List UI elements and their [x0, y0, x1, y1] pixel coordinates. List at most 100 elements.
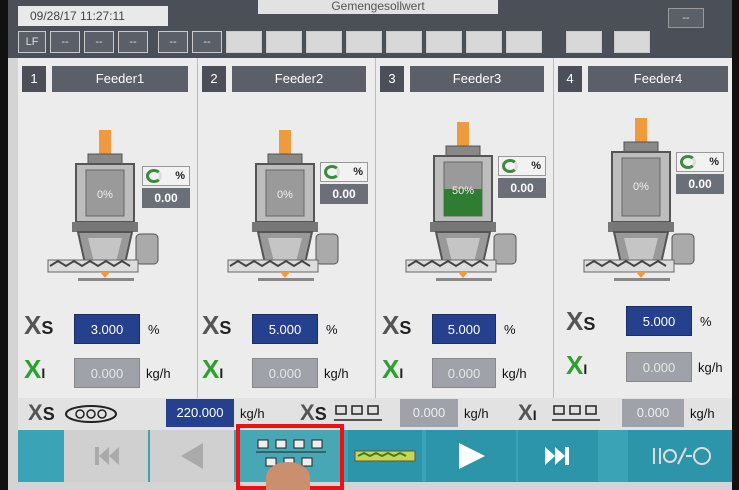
xs-unit: %	[700, 314, 712, 329]
xs-unit: %	[326, 322, 338, 337]
feeder-name: Feeder4	[588, 66, 728, 92]
feeder-card-4[interactable]: 4 Feeder4 0% % 0.00 XS 5.000 % XI 0.000 …	[554, 58, 732, 398]
rotation-indicator: %	[320, 162, 368, 182]
feeders-group-icon	[334, 405, 382, 421]
xs-setpoint-label: XS	[202, 310, 232, 340]
xs-setpoint-input[interactable]: 5.000	[626, 306, 692, 336]
feeders-group-actual-icon	[552, 405, 600, 421]
extruder-icon	[65, 405, 117, 423]
first-page-button[interactable]	[64, 430, 148, 482]
xs-setpoint-input[interactable]: 5.000	[252, 314, 318, 344]
line-label: LF	[18, 31, 46, 53]
status-slot-7[interactable]	[266, 31, 302, 53]
status-slot-4[interactable]: --	[158, 31, 188, 53]
conveyor-icon	[354, 450, 416, 462]
previous-button[interactable]	[150, 430, 234, 482]
xi-unit: kg/h	[324, 366, 349, 381]
sum-setpoint-unit: kg/h	[464, 406, 489, 421]
xi-actual-value: 0.000	[74, 358, 140, 388]
xs-setpoint-label: XS	[566, 306, 596, 336]
status-slot-5[interactable]: --	[192, 31, 222, 53]
xi-actual-label: XI	[382, 354, 404, 384]
rate-percent-label: %	[175, 170, 185, 182]
xs-unit: %	[148, 322, 160, 337]
rate-percent-label: %	[531, 160, 541, 172]
xs-setpoint-input[interactable]: 3.000	[74, 314, 140, 344]
xi-actual-value: 0.000	[252, 358, 318, 388]
status-slot-10[interactable]	[386, 31, 422, 53]
sum-actual-unit: kg/h	[690, 406, 715, 421]
total-setpoint-input[interactable]: 220.000	[166, 399, 234, 427]
hopper-fill-text: 50%	[452, 185, 474, 197]
feeder-machine-icon: 50%	[405, 122, 517, 281]
xi-unit: kg/h	[146, 366, 171, 381]
rate-value: 0.00	[676, 174, 724, 194]
feeder-card-2[interactable]: 2 Feeder2 0% % 0.00 XS 5.000 % XI 0.000 …	[198, 58, 376, 398]
xi-actual-value: 0.000	[432, 358, 496, 388]
xi-actual-label: XI	[24, 354, 46, 384]
feeder-machine-icon: 0%	[583, 118, 695, 281]
feeder-name: Feeder1	[52, 66, 188, 92]
play-icon	[459, 443, 485, 469]
rotation-icon	[680, 155, 696, 169]
feeder-number: 1	[22, 66, 46, 92]
hopper-fill-text: 0%	[97, 189, 113, 201]
status-slot-3[interactable]: --	[118, 31, 148, 53]
status-slot-1[interactable]: --	[50, 31, 80, 53]
rate-value: 0.00	[142, 188, 190, 208]
status-slot-9[interactable]	[346, 31, 382, 53]
summary-row: XS 220.000 kg/h XS 0.000 kg/h XI 0.000 k…	[18, 398, 732, 430]
rate-percent-label: %	[353, 166, 363, 178]
skip-back-icon	[95, 447, 119, 465]
rate-value: 0.00	[498, 178, 546, 198]
sum-setpoint-value: 0.000	[400, 399, 458, 427]
rate-value: 0.00	[320, 184, 368, 204]
rotation-icon	[502, 159, 518, 173]
user-finger	[266, 462, 310, 490]
conveyor-button[interactable]	[348, 430, 422, 482]
status-slot-right[interactable]: --	[668, 8, 704, 28]
xs-unit: %	[504, 322, 516, 337]
feeder-number: 3	[380, 66, 404, 92]
system-button[interactable]	[628, 430, 732, 482]
total-setpoint-unit: kg/h	[240, 406, 265, 421]
xi-unit: kg/h	[698, 360, 723, 375]
sum-setpoint-label: XS	[300, 400, 327, 425]
datetime-display: 09/28/17 11:27:11	[18, 6, 168, 26]
hopper-fill-text: 0%	[277, 189, 293, 201]
xi-actual-label: XI	[202, 354, 224, 384]
feeder-name: Feeder2	[232, 66, 366, 92]
rotation-indicator: %	[676, 152, 724, 172]
arrow-left-icon	[181, 443, 203, 469]
top-status-bar: 09/28/17 11:27:11 Gemengesollwert LF -- …	[8, 0, 732, 58]
next-page-button[interactable]	[518, 430, 598, 482]
rotation-icon	[324, 165, 340, 179]
rotation-indicator: %	[498, 156, 546, 176]
total-setpoint-label: XS	[28, 400, 55, 425]
feeder-number: 2	[202, 66, 226, 92]
xi-actual-label: XI	[566, 350, 588, 380]
play-button[interactable]	[426, 430, 516, 482]
status-slot-8[interactable]	[306, 31, 342, 53]
hopper-fill-text: 0%	[633, 181, 649, 193]
status-slot-13[interactable]	[506, 31, 542, 53]
skip-forward-icon	[545, 447, 569, 465]
system-power-icon	[653, 447, 711, 465]
status-slot-11[interactable]	[426, 31, 462, 53]
xi-unit: kg/h	[502, 366, 527, 381]
feeder-card-1[interactable]: 1 Feeder1 0% % 0.00 XS 3.000 % XI 0.000 …	[18, 58, 198, 398]
status-slot-6[interactable]	[226, 31, 262, 53]
page-title: Gemengesollwert	[258, 0, 498, 14]
status-slot-14[interactable]	[566, 31, 602, 53]
rotation-indicator: %	[142, 166, 190, 186]
sum-actual-label: XI	[518, 400, 537, 425]
navigation-bar	[18, 430, 732, 482]
rate-percent-label: %	[709, 156, 719, 168]
xs-setpoint-input[interactable]: 5.000	[432, 314, 496, 344]
status-slot-2[interactable]: --	[84, 31, 114, 53]
status-slot-12[interactable]	[466, 31, 502, 53]
status-slot-15[interactable]	[614, 31, 650, 53]
rotation-icon	[146, 169, 162, 183]
feeder-panel: 1 Feeder1 0% % 0.00 XS 3.000 % XI 0.000 …	[18, 58, 732, 398]
feeder-card-3[interactable]: 3 Feeder3 50% % 0.00 XS 5.000 % XI 0.000…	[376, 58, 554, 398]
